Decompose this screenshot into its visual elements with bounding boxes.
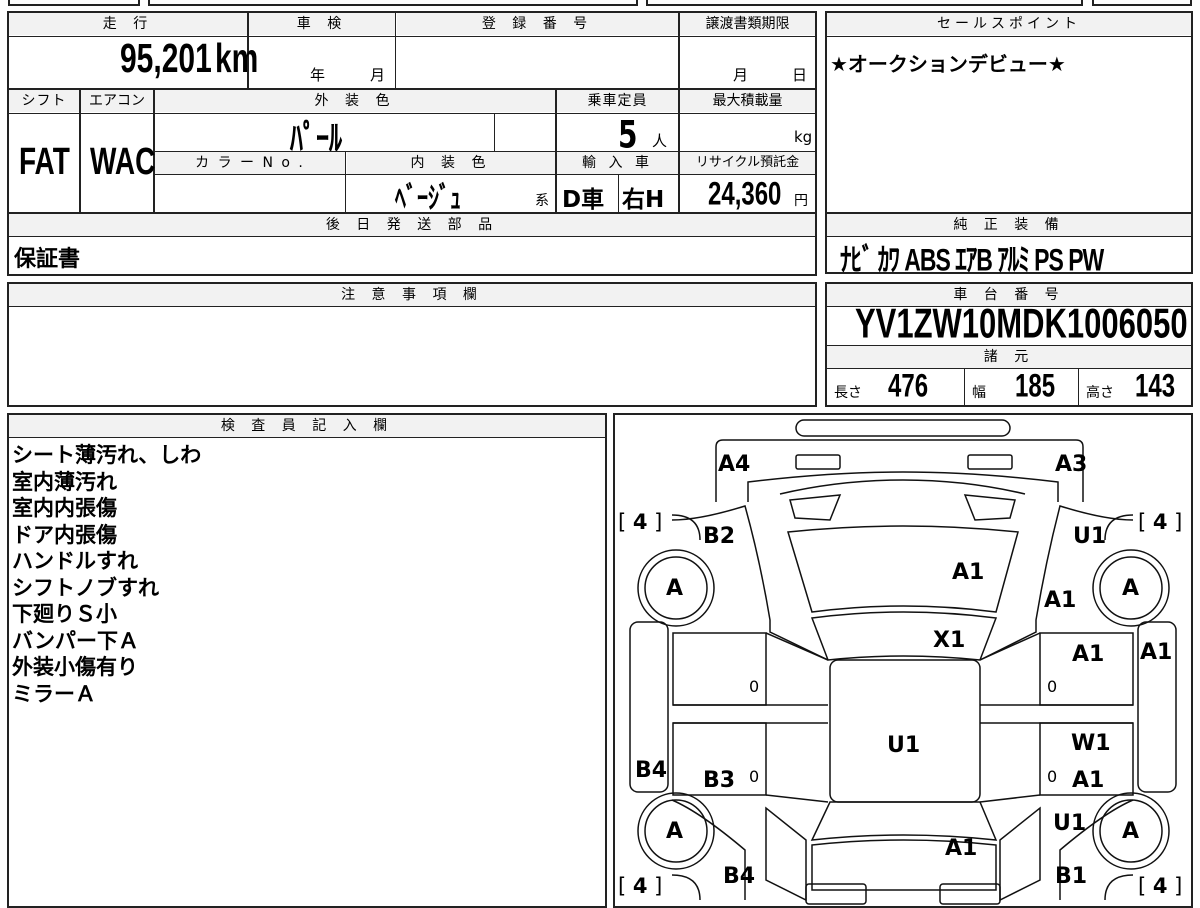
door-mark-left-rear: 0 [749,767,760,786]
transfer-deadline-header: 譲渡書類期限 [680,13,815,35]
inspector-line: ドア内張傷 [12,522,117,547]
diagram-front-right-corner: A3 [1055,452,1088,477]
diagram-left-front-fender: B2 [703,524,736,549]
shift-header: シフト [9,90,79,112]
inspector-line: 室内薄汚れ [12,469,117,494]
diagram-right-front-fender-2: A1 [1044,588,1077,613]
width-label: 幅 [972,385,986,401]
inspector-header: 検 査 員 記 入 欄 [9,415,605,437]
recycle-fee-unit: 円 [794,193,808,209]
capacity-header: 乗車定員 [557,90,678,112]
door-mark-right-front: 0 [1047,677,1058,696]
diagram-right-rear-fender: U1 [1053,811,1087,836]
diagram-left-rear-door: B3 [703,768,736,793]
equipment-header: 純 正 装 備 [827,214,1191,236]
tyre-front-left: A [666,576,684,601]
diagram-windshield: X1 [933,628,966,653]
diagram-left-rocker: B4 [635,758,668,783]
width-value: 185 [1015,368,1056,405]
mileage-header: 走 行 [9,13,247,35]
capacity-value: 5 [618,112,638,157]
inspector-line: 外装小傷有り [12,655,138,679]
tread-front-left: [ 4 ] [618,510,663,534]
inspector-line: シフトノブすれ [12,575,159,600]
interior-color-value: ﾍﾞｰｼﾞｭ [395,182,462,217]
recycle-fee-value: 24,360 [708,176,782,213]
tyre-front-right: A [1122,576,1140,601]
sales-point-value: ★オークションデビュー★ [830,52,1066,76]
door-mark-right-rear: 0 [1047,767,1058,786]
tread-front-right: [ 4 ] [1138,510,1183,534]
equipment-value: ﾅﾋﾞ ｶﾜ ABS ｴｱB ｱﾙﾐ PS PW [840,242,1104,278]
inspection-header: 車 検 [249,13,395,35]
tyre-rear-left: A [666,819,684,844]
top-strip-cell [8,0,140,6]
import-header: 輸 入 車 [557,152,678,174]
max-load-header: 最大積載量 [680,90,815,112]
top-strip-cell [1092,0,1192,6]
diagram-left-rear-corner: B4 [723,864,756,889]
color-no-header: カ ラ ー N o . [155,152,345,174]
tread-rear-left: [ 4 ] [618,874,663,898]
diagram-hood: A1 [952,560,985,585]
sales-point-header: セールスポイント [827,13,1191,35]
diagram-right-rocker: A1 [1140,640,1173,665]
deadline-day-unit: 日 [792,66,808,84]
shift-value: FAT [19,140,70,183]
capacity-unit: 人 [652,132,668,150]
inspector-line: バンパー下Ａ [12,628,140,653]
length-label: 長さ [834,385,862,401]
max-load-unit: kg [794,128,813,146]
later-parts-value: 保証書 [14,247,81,272]
diagram-right-front-fender: U1 [1073,524,1107,549]
notes-header: 注 意 事 項 欄 [9,284,815,306]
deadline-month-unit: 月 [733,66,749,84]
inspector-line: ハンドルすれ [12,549,138,573]
diagram-roof: U1 [887,733,921,758]
height-label: 高さ [1086,385,1114,401]
aircon-value: WAC [90,140,156,183]
diagram-right-rear-corner: B1 [1055,864,1088,889]
inspection-year-unit: 年 [310,66,326,84]
exterior-color-header: 外 装 色 [155,90,555,112]
import-type-value: D車 [562,187,605,213]
car-diagram [629,419,1177,905]
mileage-value: 95,201 [120,37,212,82]
tyre-rear-right: A [1122,819,1140,844]
steering-value: 右H [622,187,665,213]
inspector-line: 下廻りＳ小 [12,602,117,626]
interior-color-suffix: 系 [535,193,549,209]
height-value: 143 [1135,368,1176,405]
inspection-month-unit: 月 [370,66,386,84]
top-strip-cell [646,0,1083,6]
inspector-line: シート薄汚れ、しわ [12,443,202,467]
door-mark-left-front: 0 [749,677,760,696]
diagram-trunk: A1 [945,836,978,861]
aircon-header: エアコン [81,90,153,112]
chassis-number: YV1ZW10MDK1006050 [855,299,1188,347]
diagram-right-front-door: A1 [1072,642,1105,667]
inspector-notes: シート薄汚れ、しわ 室内薄汚れ 室内内張傷 ドア内張傷 ハンドルすれ シフトノブ… [12,442,201,707]
interior-color-header: 内 装 色 [347,152,555,174]
inspector-line: ミラーＡ [12,681,96,706]
length-value: 476 [888,368,929,405]
tread-rear-right: [ 4 ] [1138,874,1183,898]
recycle-header: リサイクル預託金 [680,152,815,174]
top-strip-cell [148,0,638,6]
diagram-front-left-corner: A4 [718,452,751,477]
exterior-color-value: ﾊﾟｰﾙ [290,119,343,161]
diagram-right-rear-door-1: W1 [1071,731,1111,756]
mileage-unit: km [215,37,259,82]
diagram-right-rear-door-2: A1 [1072,768,1105,793]
registration-header: 登 録 番 号 [397,13,678,35]
inspector-line: 室内内張傷 [12,496,117,520]
later-parts-header: 後 日 発 送 部 品 [9,214,815,236]
dimensions-header: 諸 元 [827,346,1191,368]
